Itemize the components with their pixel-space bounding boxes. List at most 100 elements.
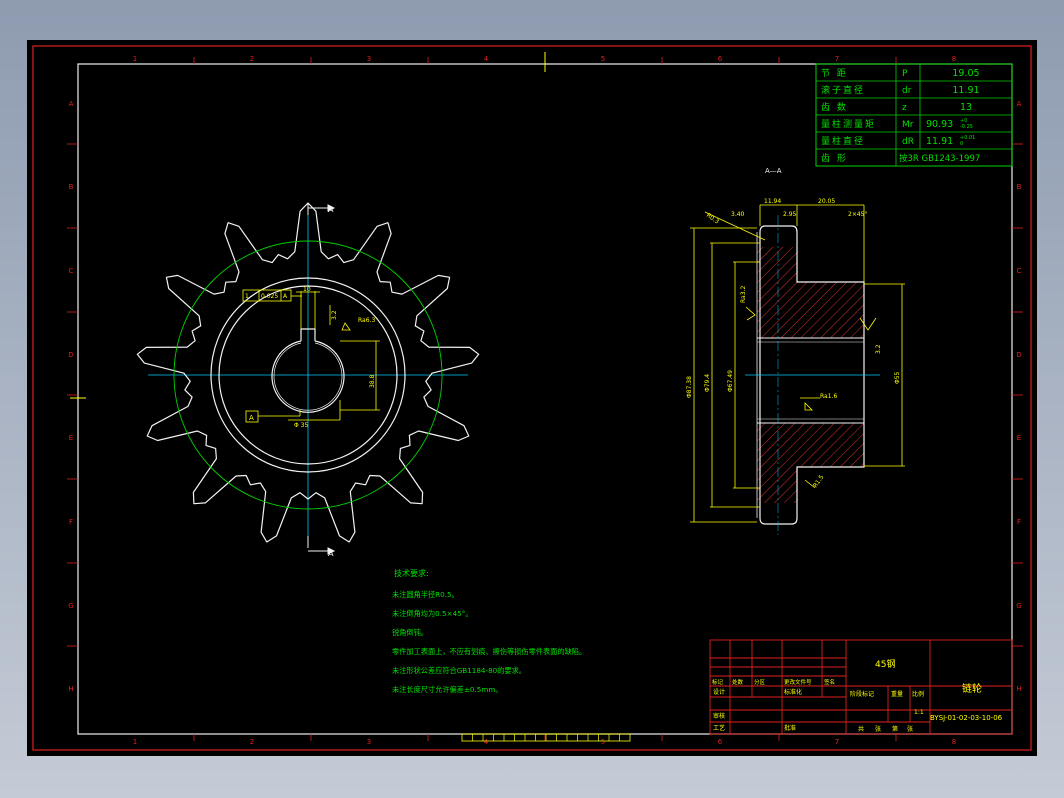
zone-letter-left: B [69, 183, 74, 191]
zone-letter-left: D [68, 351, 73, 359]
zone-letter-right: H [1016, 685, 1021, 693]
section-label-bottom: A [328, 549, 334, 558]
zone-number-top: 3 [367, 55, 371, 63]
cad-drawing-canvas: 1 2 3 4 5 6 7 8 1 2 3 4 5 6 7 8 A B C D E F G H A B C D E F G H A A [27, 40, 1037, 756]
dim-hub: Φ55 [894, 371, 901, 384]
zone-number-bottom: 2 [250, 738, 254, 746]
tb-header: 处数 [732, 678, 744, 686]
zone-number-bottom: 8 [952, 738, 956, 746]
zone-letter-left: F [69, 518, 73, 526]
tech-item: 零件加工表面上，不应有划痕、擦伤等损伤零件表面的缺陷。 [392, 647, 586, 656]
zone-letter-right: B [1017, 183, 1022, 191]
zone-number-bottom: 5 [601, 738, 605, 746]
roughness-a: Ra3.2 [740, 286, 747, 303]
zone-letter-left: A [69, 100, 74, 108]
zone-number-bottom: 6 [718, 738, 723, 746]
section-label-top: A [328, 205, 334, 214]
param-symbol: P [902, 69, 908, 79]
param-value: 11.91 [952, 85, 979, 96]
dim-keyway-depth: 38.8 [369, 374, 376, 388]
zone-number-bottom: 4 [484, 738, 489, 746]
param-name: 量柱测量矩 [821, 118, 876, 130]
dim-od: Φ87.38 [686, 376, 693, 398]
tb-stage-header: 重量 [891, 690, 903, 698]
tech-item: 锐角倒钝。 [392, 628, 428, 637]
tb-header: 标记 [712, 678, 724, 686]
zone-number-top: 2 [250, 55, 254, 63]
datum-frame-symbol: 1 [245, 293, 249, 300]
param-tol-lower: 0 [960, 141, 963, 147]
title-scale: 1:1 [914, 709, 924, 716]
param-name: 齿 形 [821, 152, 848, 164]
param-symbol: dr [902, 86, 912, 96]
datum-frame-tolerance: 0.025 [261, 293, 278, 300]
tb-header: 分区 [754, 678, 766, 686]
zone-letter-right: D [1016, 351, 1021, 359]
zone-letter-left: G [68, 602, 73, 610]
dim-chamfer-hub: 2×45° [848, 211, 867, 218]
zone-letter-left: C [69, 267, 74, 275]
tb-approve-label: 批准 [784, 724, 796, 732]
tb-sheet-cell: 第 [892, 725, 898, 733]
tech-heading: 技术要求: [394, 568, 429, 578]
dim-bore: Φ 35 [294, 422, 308, 429]
zone-number-top: 1 [133, 55, 137, 63]
tb-check-label: 审核 [713, 712, 725, 720]
tech-item: 未注圆角半径R0.5。 [392, 590, 459, 599]
tb-header: 签名 [824, 678, 835, 686]
param-name: 齿 数 [821, 101, 848, 113]
dim-tooth-width: 11.94 [764, 198, 781, 205]
section-view-title: A—A [765, 167, 782, 175]
param-value: 90.93 [926, 119, 953, 130]
param-value: 19.05 [952, 68, 979, 79]
title-drawing-no: BYSJ-01-02-03-10-06 [930, 714, 1003, 722]
title-part-name: 链轮 [962, 682, 982, 695]
roughness-b: 3.2 [875, 344, 882, 354]
zone-number-bottom: 1 [133, 738, 137, 746]
tb-standard-label: 标准化 [784, 688, 802, 696]
roughness-keyway: Ra6.3 [358, 317, 375, 324]
dim-gap: 2.95 [783, 211, 797, 218]
param-name: 滚子直径 [821, 84, 865, 96]
zone-number-top: 8 [952, 55, 956, 63]
tb-stage-header: 阶段标记 [850, 690, 874, 698]
zone-letter-right: A [1017, 100, 1022, 108]
zone-letter-right: G [1016, 602, 1021, 610]
zone-number-bottom: 3 [367, 738, 371, 746]
dim-chamfer-tooth: 3.40 [731, 211, 745, 218]
param-symbol: dR [902, 137, 914, 147]
zone-letter-left: E [69, 434, 73, 442]
zone-number-top: 7 [835, 55, 839, 63]
zone-number-bottom: 7 [835, 738, 839, 746]
dim-hub-len: 20.05 [818, 198, 835, 205]
zone-letter-left: H [68, 685, 73, 693]
param-name: 量柱直径 [821, 135, 865, 147]
tb-sheet-cell: 共 [858, 725, 864, 733]
roughness-side: 3.2 [331, 310, 338, 320]
zone-number-top: 4 [484, 55, 489, 63]
zone-number-top: 5 [601, 55, 605, 63]
title-material: 45钢 [875, 658, 895, 670]
tech-item: 未注形状公差应符合GB1184-80的要求。 [392, 666, 526, 675]
tb-sheet-cell: 张 [875, 725, 881, 733]
zone-letter-right: F [1017, 518, 1021, 526]
param-tol-lower: -0.25 [960, 124, 973, 130]
dim-pitch: Φ79.4 [704, 374, 711, 392]
param-value: 按3R GB1243-1997 [899, 153, 980, 164]
tech-item: 未注长度尺寸允许偏差±0.5mm。 [392, 685, 503, 694]
dim-root: Φ67.49 [727, 370, 734, 392]
param-name: 节 距 [821, 68, 848, 79]
param-value: 13 [960, 102, 972, 113]
datum-label: A [249, 414, 254, 422]
tb-header: 更改文件号 [784, 678, 812, 686]
zone-letter-right: E [1017, 434, 1021, 442]
zone-number-top: 6 [718, 55, 723, 63]
param-symbol: Mr [902, 120, 914, 130]
tb-sheet-cell: 张 [907, 725, 913, 733]
roughness-bore: Ra1.6 [820, 393, 837, 400]
tech-item: 未注倒角均为0.5×45°。 [392, 609, 473, 618]
param-symbol: z [902, 103, 907, 113]
zone-letter-right: C [1017, 267, 1022, 275]
param-value: 11.91 [926, 136, 953, 147]
tb-process-label: 工艺 [713, 724, 725, 732]
